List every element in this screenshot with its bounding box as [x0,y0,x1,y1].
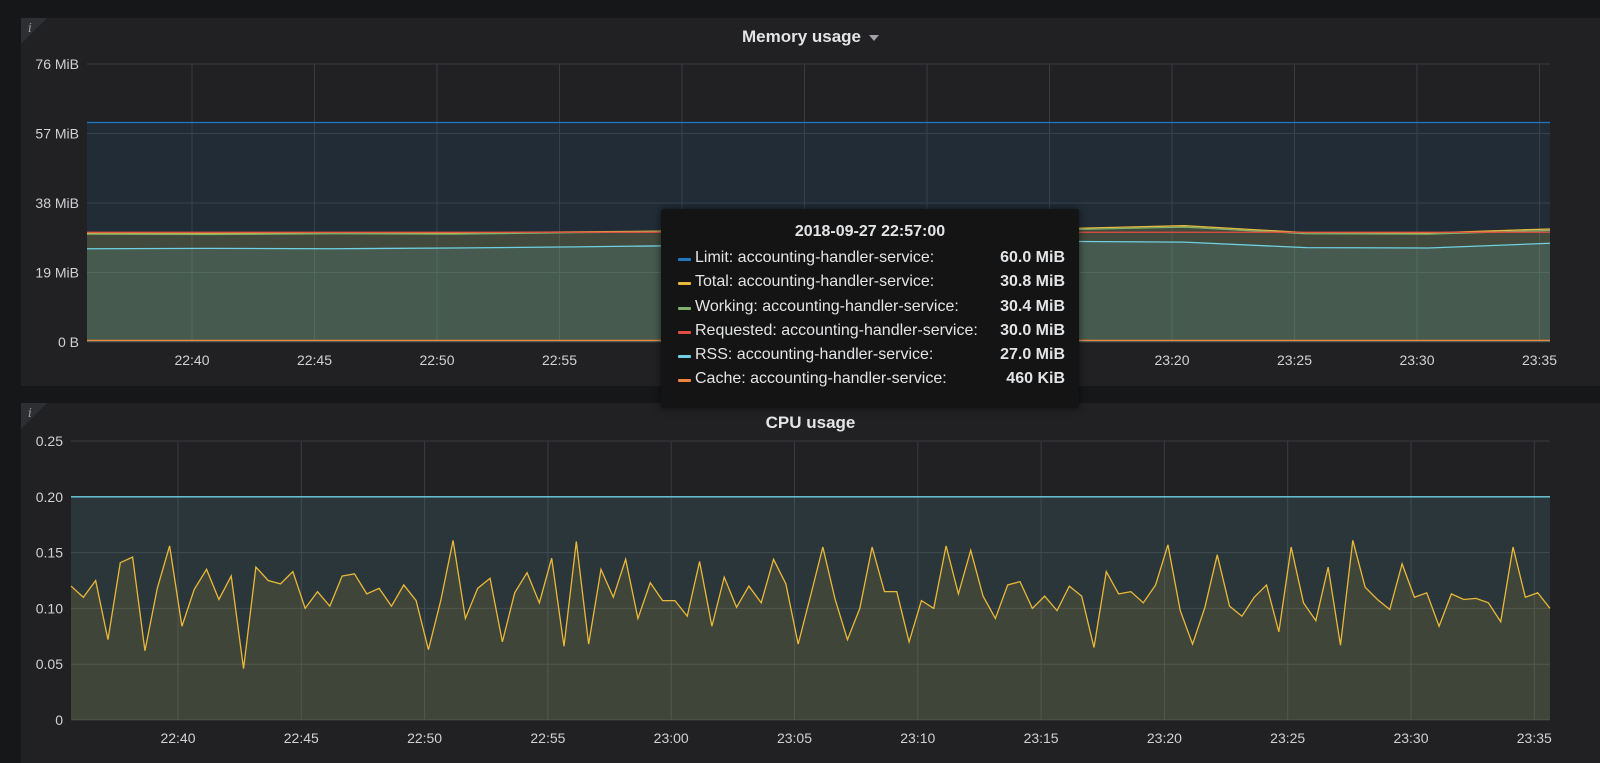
x-tick-label: 22:40 [160,730,195,746]
x-tick-label: 23:35 [1517,730,1552,746]
y-tick-label: 57 MiB [35,126,79,142]
x-tick-label: 23:20 [1147,730,1182,746]
x-tick-label: 22:55 [530,730,565,746]
tooltip-series-label: Limit: accounting-handler-service: [695,249,935,266]
cpu-usage-panel: i CPU usage 0 0.05 0.10 0.15 0.20 0.25 22:40 22… [21,403,1600,763]
series-swatch [678,330,691,334]
tooltip-row: Cache: accounting-handler-service: 460 K… [661,370,1079,394]
tooltip-series-value: 27.0 MiB [1000,346,1065,364]
cpu-usage-chart[interactable]: 0 0.05 0.10 0.15 0.20 0.25 22:40 22:45 22:50 22:5… [21,403,1600,763]
y-tick-label: 76 MiB [35,56,79,72]
tooltip-row: Working: accounting-handler-service: 30.… [661,298,1079,322]
x-tick-label: 23:10 [900,730,935,746]
y-tick-label: 0.10 [36,600,63,616]
series-swatch [678,355,691,359]
y-tick-label: 38 MiB [35,195,79,211]
y-tick-label: 0.20 [36,489,63,505]
x-tick-label: 23:25 [1277,352,1312,368]
tooltip-series-value: 30.8 MiB [1000,273,1065,291]
x-tick-label: 22:45 [284,730,319,746]
x-tick-label: 23:15 [1024,730,1059,746]
x-tick-label: 22:40 [174,352,209,368]
tooltip-series-label: Working: accounting-handler-service: [695,297,959,315]
y-tick-label: 0.15 [36,545,63,561]
tooltip-row: Limit: accounting-handler-service: 60.0 … [661,249,1079,273]
tooltip-series-value: 460 KiB [1006,370,1065,388]
tooltip-series-value: 30.4 MiB [1000,297,1065,315]
series-swatch [678,306,691,310]
tooltip-row: Requested: accounting-handler-service: 3… [661,322,1079,346]
x-tick-label: 23:20 [1154,352,1189,368]
tooltip-row: RSS: accounting-handler-service: 27.0 Mi… [661,346,1079,370]
y-tick-label: 0 [55,712,63,728]
y-tick-label: 19 MiB [35,265,79,281]
tooltip-row: Total: accounting-handler-service: 30.8 … [661,273,1079,297]
x-tick-label: 22:55 [542,352,577,368]
x-tick-label: 23:35 [1522,352,1557,368]
y-tick-label: 0 B [58,334,79,350]
tooltip-series-label: RSS: accounting-handler-service: [695,346,934,364]
x-tick-label: 22:50 [419,352,454,368]
series-swatch [678,258,691,261]
series-swatch [678,282,691,286]
tooltip-series-label: Cache: accounting-handler-service: [695,370,947,388]
x-tick-label: 22:50 [407,730,442,746]
tooltip-timestamp: 2018-09-27 22:57:00 [794,223,946,240]
y-tick-label: 0.25 [36,433,63,449]
tooltip-series-label: Requested: accounting-handler-service: [695,321,978,339]
x-tick-label: 22:45 [297,352,332,368]
series-swatch [678,379,691,383]
x-tick-label: 23:30 [1399,352,1434,368]
tooltip-series-value: 30.0 MiB [1000,321,1065,339]
graph-tooltip: 2018-09-27 22:57:00 Limit: accounting-ha… [661,209,1079,408]
x-tick-label: 23:05 [777,730,812,746]
tooltip-series-value: 60.0 MiB [1000,249,1065,266]
x-tick-label: 23:30 [1393,730,1428,746]
y-tick-label: 0.05 [36,656,63,672]
tooltip-series-label: Total: accounting-handler-service: [695,273,935,291]
x-tick-label: 23:00 [654,730,689,746]
x-tick-label: 23:25 [1270,730,1305,746]
